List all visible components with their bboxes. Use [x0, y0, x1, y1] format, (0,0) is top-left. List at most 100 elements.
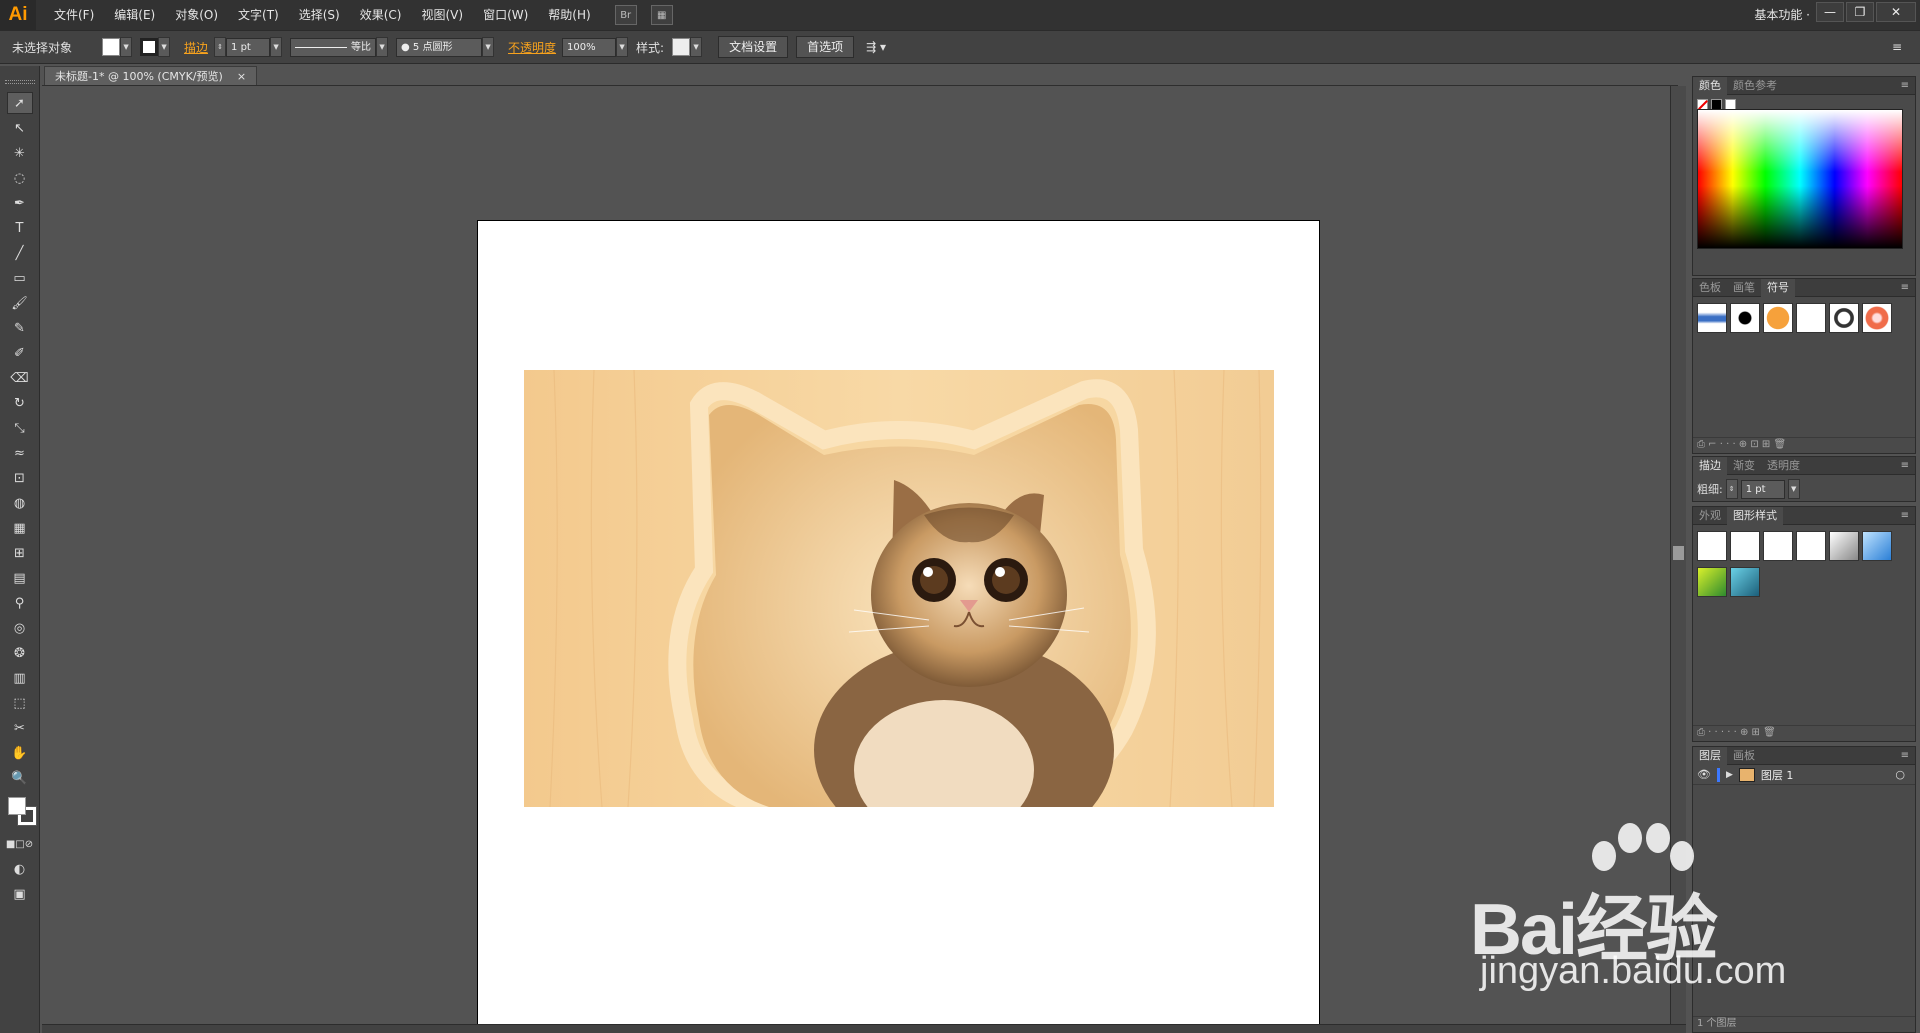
- restore-button[interactable]: ❐: [1846, 2, 1874, 22]
- eyedropper-tool-icon[interactable]: ⚲: [7, 592, 33, 614]
- symbol-sprayer-tool-icon[interactable]: ❂: [7, 642, 33, 664]
- graphic-style-teal[interactable]: [1730, 567, 1760, 597]
- artboard-tool-icon[interactable]: ⬚: [7, 692, 33, 714]
- shape-builder-tool-icon[interactable]: ◍: [7, 492, 33, 514]
- stroke-weight-menu[interactable]: ▼: [1787, 479, 1800, 499]
- arrange-documents-button[interactable]: ▦: [650, 5, 673, 25]
- symbol-blue-bar[interactable]: [1697, 303, 1727, 333]
- tab-color-guide[interactable]: 颜色参考: [1727, 77, 1783, 95]
- preferences-button[interactable]: 首选项: [796, 36, 855, 58]
- tab-artboards[interactable]: 画板: [1727, 747, 1761, 765]
- opacity-field[interactable]: 100%: [562, 37, 617, 57]
- panel-menu-icon[interactable]: ≡: [1892, 40, 1902, 54]
- menu-effect[interactable]: 效果(C): [350, 0, 412, 30]
- graphic-style-none[interactable]: [1730, 531, 1760, 561]
- pencil-tool-icon[interactable]: ✎: [7, 317, 33, 339]
- tab-transparency[interactable]: 透明度: [1761, 457, 1806, 475]
- tab-document[interactable]: 未标题-1* @ 100% (CMYK/预览) ×: [44, 66, 258, 85]
- layer-target-icon[interactable]: ○: [1895, 768, 1905, 781]
- menu-file[interactable]: 文件(F): [44, 0, 104, 30]
- menu-type[interactable]: 文字(T): [228, 0, 289, 30]
- selection-tool-icon[interactable]: ➚: [6, 92, 33, 114]
- graphic-style-green[interactable]: [1697, 567, 1727, 597]
- line-tool-icon[interactable]: ╱: [7, 242, 33, 264]
- opacity-link[interactable]: 不透明度: [508, 39, 556, 56]
- stroke-dropdown[interactable]: ▼: [158, 37, 171, 57]
- close-button[interactable]: ✕: [1876, 2, 1916, 22]
- direct-selection-tool-icon[interactable]: ↖: [7, 117, 33, 139]
- graphic-style-gray[interactable]: [1829, 531, 1859, 561]
- graphic-style-default[interactable]: [1697, 531, 1727, 561]
- fill-color-box[interactable]: [7, 797, 26, 815]
- style-swatch[interactable]: [672, 38, 691, 56]
- document-setup-button[interactable]: 文档设置: [718, 36, 789, 58]
- free-transform-tool-icon[interactable]: ⊡: [7, 467, 33, 489]
- type-tool-icon[interactable]: T: [7, 217, 33, 239]
- drawing-mode-icon[interactable]: ◐: [7, 858, 33, 880]
- perspective-grid-tool-icon[interactable]: ▦: [7, 517, 33, 539]
- kitten-photo[interactable]: [524, 370, 1274, 807]
- minimize-button[interactable]: —: [1816, 2, 1844, 22]
- tab-brushes[interactable]: 画笔: [1727, 279, 1761, 297]
- stroke-weight-field[interactable]: 1 pt: [226, 37, 271, 57]
- tab-swatches[interactable]: 色板: [1693, 279, 1727, 297]
- fill-swatch[interactable]: [102, 38, 121, 56]
- opacity-dropdown[interactable]: ▼: [616, 37, 629, 57]
- warp-tool-icon[interactable]: ≈: [7, 442, 33, 464]
- stroke-weight-dropdown[interactable]: ▼: [270, 37, 283, 57]
- scale-tool-icon[interactable]: ⤡: [7, 417, 33, 439]
- panel-menu-icon[interactable]: ≡: [1901, 460, 1909, 471]
- stroke-profile-dropdown[interactable]: ▼: [376, 37, 389, 57]
- color-spectrum[interactable]: [1697, 109, 1903, 249]
- brush-field[interactable]: ● 5 点圆形: [396, 37, 483, 57]
- tab-gradient[interactable]: 渐变: [1727, 457, 1761, 475]
- graphic-style-shadow[interactable]: [1796, 531, 1826, 561]
- symbol-pointer[interactable]: [1796, 303, 1826, 333]
- close-tab-icon[interactable]: ×: [237, 67, 246, 85]
- stroke-swatch[interactable]: [140, 38, 159, 56]
- paintbrush-tool-icon[interactable]: 🖌: [7, 292, 33, 314]
- rectangle-tool-icon[interactable]: ▭: [7, 267, 33, 289]
- panel-menu-icon[interactable]: ≡: [1901, 282, 1909, 293]
- stroke-weight-input[interactable]: 1 pt: [1740, 479, 1785, 499]
- workspace-switcher[interactable]: 基本功能 ·: [1754, 0, 1810, 30]
- symbol-splat[interactable]: [1730, 303, 1760, 333]
- column-graph-tool-icon[interactable]: ▥: [7, 667, 33, 689]
- tab-layers[interactable]: 图层: [1693, 746, 1727, 765]
- zoom-tool-icon[interactable]: 🔍: [7, 767, 33, 789]
- layer-row[interactable]: 👁 ▶ 图层 1 ○: [1693, 765, 1915, 785]
- toolbar-grip[interactable]: [4, 80, 35, 84]
- expand-triangle-icon[interactable]: ▶: [1726, 770, 1733, 780]
- style-dropdown[interactable]: ▼: [690, 37, 703, 57]
- tab-symbols[interactable]: 符号: [1761, 278, 1795, 297]
- menu-view[interactable]: 视图(V): [411, 0, 473, 30]
- symbol-orange-ball[interactable]: [1763, 303, 1793, 333]
- artboard[interactable]: [477, 220, 1320, 1033]
- stroke-link[interactable]: 描边: [184, 39, 208, 56]
- menu-object[interactable]: 对象(O): [165, 0, 228, 30]
- magic-wand-tool-icon[interactable]: ✳: [7, 142, 33, 164]
- eye-icon[interactable]: 👁: [1697, 768, 1711, 781]
- canvas[interactable]: [42, 86, 1670, 1033]
- symbol-ring[interactable]: [1829, 303, 1859, 333]
- tab-appearance[interactable]: 外观: [1693, 507, 1727, 525]
- tab-stroke[interactable]: 描边: [1693, 456, 1727, 475]
- brush-dropdown[interactable]: ▼: [482, 37, 495, 57]
- fill-dropdown[interactable]: ▼: [120, 37, 133, 57]
- rotate-tool-icon[interactable]: ↻: [7, 392, 33, 414]
- arrange-icon[interactable]: ⇶ ▾: [866, 40, 886, 54]
- blob-brush-tool-icon[interactable]: ✐: [7, 342, 33, 364]
- pen-tool-icon[interactable]: ✒: [7, 192, 33, 214]
- blend-tool-icon[interactable]: ◎: [7, 617, 33, 639]
- bridge-button[interactable]: Br: [614, 5, 637, 25]
- stroke-weight-stepper[interactable]: ⇕: [1725, 479, 1738, 499]
- fill-stroke-widget[interactable]: [4, 795, 37, 827]
- graphic-style-blue[interactable]: [1862, 531, 1892, 561]
- gradient-tool-icon[interactable]: ▤: [7, 567, 33, 589]
- menu-edit[interactable]: 编辑(E): [104, 0, 165, 30]
- stroke-stepper[interactable]: ⇕: [214, 37, 227, 57]
- panel-menu-icon[interactable]: ≡: [1901, 80, 1909, 91]
- panel-menu-icon[interactable]: ≡: [1901, 750, 1909, 761]
- panel-menu-icon[interactable]: ≡: [1901, 510, 1909, 521]
- graphic-style-white[interactable]: [1763, 531, 1793, 561]
